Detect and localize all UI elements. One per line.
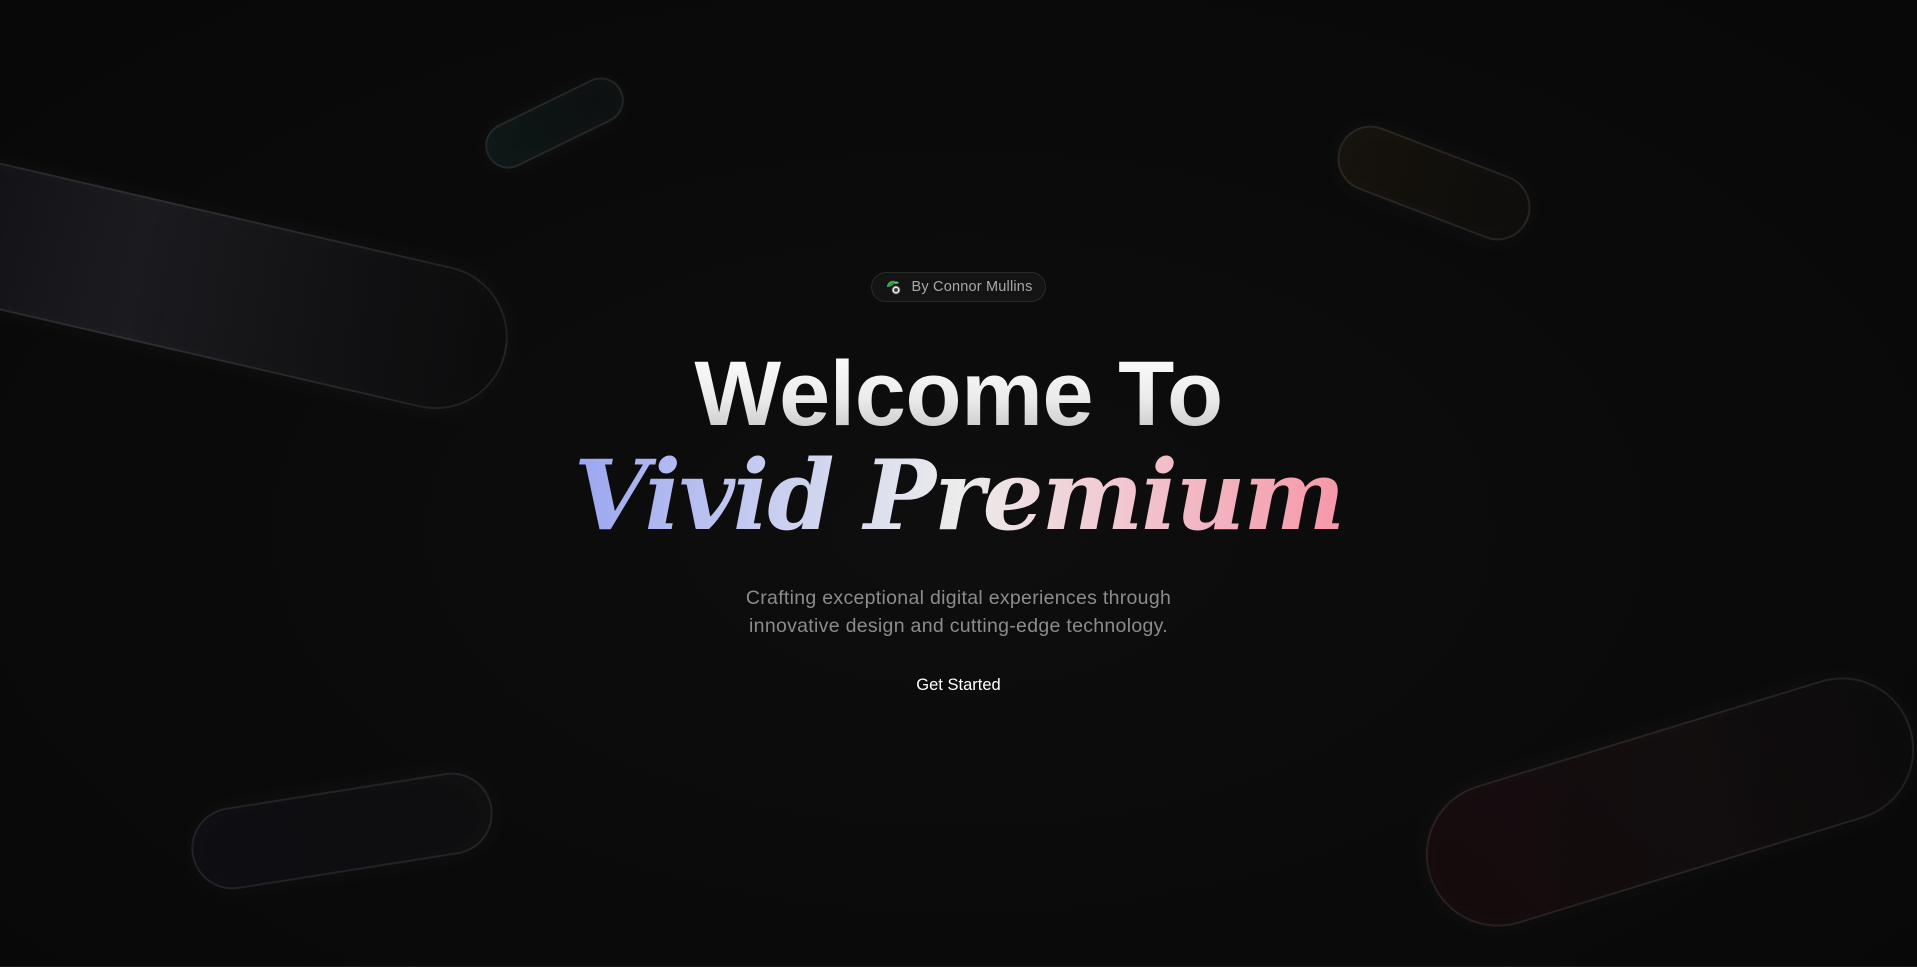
decorative-pill-shape (1407, 659, 1917, 945)
decorative-pill-shape (477, 69, 632, 177)
hero-title: Welcome To (694, 343, 1223, 445)
decorative-pill-shape (1327, 115, 1541, 251)
hero-subtitle-line: innovative design and cutting-edge techn… (749, 615, 1168, 637)
hero-subtitle-line: Crafting exceptional digital experiences… (745, 587, 1172, 609)
hero-title-highlight: Vivid Premium (573, 439, 1345, 552)
leaf-avatar-icon (884, 278, 902, 296)
author-badge[interactable]: By Connor Mullins (871, 272, 1046, 302)
landing-page: By Connor Mullins Welcome To Vivid Premi… (0, 0, 1917, 967)
decorative-pill-shape (185, 766, 499, 896)
get-started-button[interactable]: Get Started (902, 670, 1014, 701)
hero-section: By Connor Mullins Welcome To Vivid Premi… (0, 272, 1917, 701)
author-label: By Connor Mullins (911, 279, 1033, 295)
hero-subtitle: Crafting exceptional digital experiences… (679, 584, 1239, 640)
